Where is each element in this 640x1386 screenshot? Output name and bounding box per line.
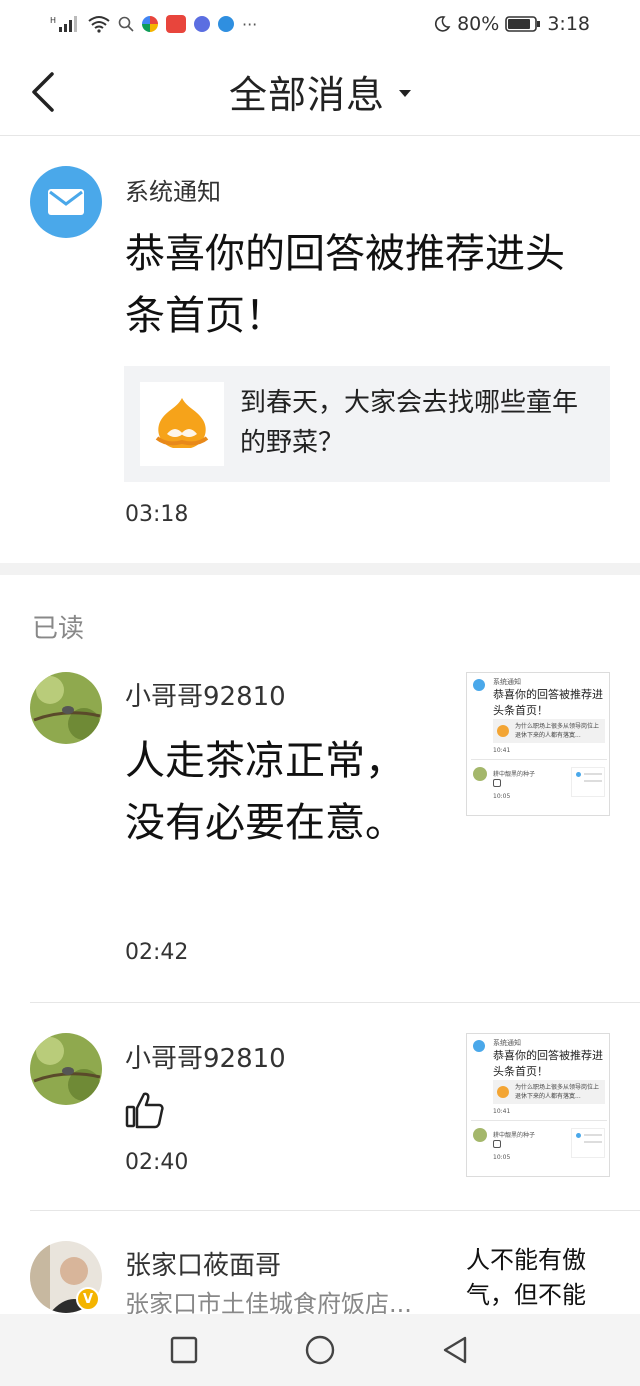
mini-time: 10:41	[493, 747, 511, 754]
username: 小哥哥92810	[125, 682, 286, 712]
caret-down-icon	[399, 90, 411, 97]
preview-thumbnail[interactable]: 系统通知 恭喜你的回答被推荐进头条首页！ 为什么职场上很多从领导岗位上退休下来的…	[466, 1033, 610, 1177]
app-icon-red	[166, 15, 186, 33]
system-notice-time: 03:18	[125, 502, 189, 527]
thumbs-up-icon	[125, 1092, 164, 1129]
mini-thumbnail	[571, 1128, 605, 1158]
message-snippet: 人不能有傲气，但不能	[466, 1246, 586, 1309]
page-title: 全部消息	[228, 73, 385, 117]
home-button[interactable]	[300, 1330, 340, 1370]
mail-avatar-icon	[30, 166, 102, 238]
svg-text:H: H	[50, 16, 56, 25]
back-button[interactable]	[436, 1330, 476, 1370]
search-icon	[118, 16, 134, 32]
system-notice-message: 恭喜你的回答被推荐进头条首页！	[125, 231, 565, 339]
mini-divider	[471, 1120, 607, 1121]
music-app-icon	[194, 16, 210, 32]
status-left: H ···	[50, 14, 257, 34]
back-arrow-icon[interactable]	[28, 68, 64, 116]
messages-page: H ··· 80% 3:18 全部消息 系统通知 恭喜你的回答被推荐进头条首页！…	[0, 0, 640, 1386]
read-section-label: 已读	[32, 614, 85, 644]
title-dropdown[interactable]: 全部消息	[229, 64, 411, 119]
circle-icon	[305, 1335, 335, 1365]
mini-card: 为什么职场上很多从领导岗位上退休下来的人都有落寞...	[493, 1080, 605, 1104]
list-item[interactable]: 小哥哥92810 02:40 系统通知 恭喜你的回答被推荐进头条首页！ 为什么职…	[0, 1003, 640, 1209]
moon-icon	[435, 16, 451, 32]
mini-mail-icon	[473, 1040, 485, 1052]
toutiao-logo-icon	[140, 382, 224, 466]
mini-time: 10:41	[493, 1108, 511, 1115]
message-time: 02:42	[125, 940, 189, 965]
mini-logo-icon	[497, 725, 509, 737]
mini-divider	[471, 759, 607, 760]
mini-like-icon	[493, 779, 501, 787]
mini-logo-icon	[497, 1086, 509, 1098]
mini-username: 耕中靓黑的种子	[493, 1132, 536, 1139]
mini-avatar	[473, 767, 487, 781]
system-nav-bar	[0, 1314, 640, 1386]
battery-icon	[505, 16, 541, 32]
header: 全部消息	[0, 48, 640, 136]
more-icon: ···	[242, 14, 258, 34]
mini-avatar	[473, 1128, 487, 1142]
signal-icon: H	[50, 16, 77, 32]
message-time: 02:40	[125, 1150, 189, 1175]
mini-thumbnail	[571, 767, 605, 797]
avatar[interactable]	[30, 1033, 102, 1105]
mini-time-2: 10:05	[493, 1154, 511, 1161]
system-notice-item[interactable]: 系统通知 恭喜你的回答被推荐进头条首页！ 到春天，大家会去找哪些童年的野菜？ 0…	[0, 137, 640, 563]
status-bar: H ··· 80% 3:18	[0, 0, 640, 48]
mini-username: 耕中靓黑的种子	[493, 771, 536, 778]
verified-badge-icon: V	[76, 1287, 100, 1311]
section-divider	[0, 563, 640, 575]
browser-app-icon	[218, 16, 234, 32]
mini-card-text: 为什么职场上很多从领导岗位上退休下来的人都有落寞...	[515, 723, 600, 739]
square-icon	[170, 1336, 198, 1364]
battery-percent: 80%	[457, 13, 500, 35]
mini-card: 为什么职场上很多从领导岗位上退休下来的人都有落寞...	[493, 719, 605, 743]
mini-card-text: 为什么职场上很多从领导岗位上退休下来的人都有落寞...	[515, 1084, 600, 1100]
avatar[interactable]	[30, 672, 102, 744]
mini-sender: 系统通知	[493, 678, 521, 686]
username: 小哥哥92810	[125, 1044, 286, 1074]
answer-card[interactable]: 到春天，大家会去找哪些童年的野菜？	[124, 366, 610, 482]
mini-time-2: 10:05	[493, 793, 511, 800]
message-text: 人走茶凉正常，没有必要在意。	[125, 738, 405, 846]
mini-sender: 系统通知	[493, 1039, 521, 1047]
clock: 3:18	[547, 13, 590, 35]
username: 张家口莜面哥	[125, 1251, 282, 1281]
mini-message: 恭喜你的回答被推荐进头条首页！	[493, 688, 603, 717]
triangle-back-icon	[443, 1336, 467, 1364]
app-icon-colorful	[142, 16, 158, 32]
wifi-icon	[88, 16, 110, 33]
system-notice-sender: 系统通知	[125, 178, 221, 206]
recent-apps-button[interactable]	[164, 1330, 204, 1370]
preview-thumbnail[interactable]: 系统通知 恭喜你的回答被推荐进头条首页！ 为什么职场上很多从领导岗位上退休下来的…	[466, 672, 610, 816]
mini-like-icon	[493, 1140, 501, 1148]
status-right: 80% 3:18	[433, 13, 590, 35]
list-item[interactable]: 小哥哥92810 人走茶凉正常，没有必要在意。 02:42 系统通知 恭喜你的回…	[0, 660, 640, 1002]
answer-card-question: 到春天，大家会去找哪些童年的野菜？	[240, 388, 579, 458]
mini-message: 恭喜你的回答被推荐进头条首页！	[493, 1049, 603, 1078]
mini-mail-icon	[473, 679, 485, 691]
